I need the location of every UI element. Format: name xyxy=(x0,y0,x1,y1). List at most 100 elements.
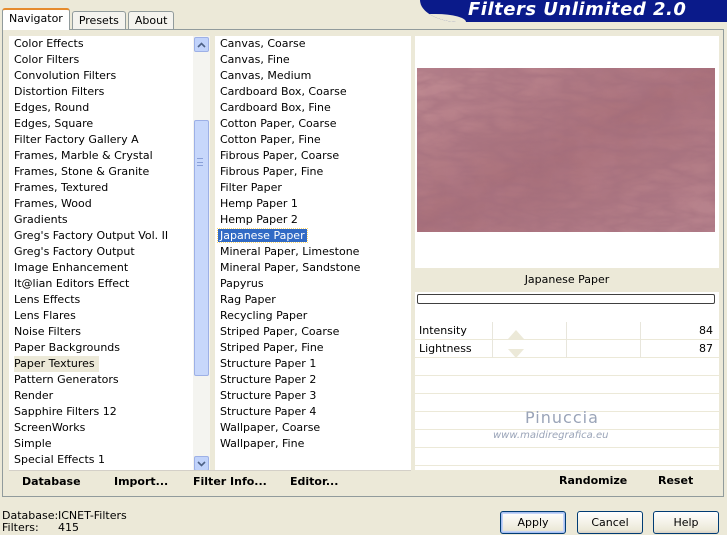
filter-info-button[interactable]: Filter Info... xyxy=(193,475,267,488)
slider-thumb[interactable] xyxy=(508,349,524,358)
filter-item[interactable]: Striped Paper, Coarse xyxy=(215,324,411,340)
param-value: 84 xyxy=(699,324,713,337)
category-item[interactable]: Sapphire Filters 12 xyxy=(9,404,204,420)
status-info: Database: ICNET-Filters Filters: 415 xyxy=(2,510,127,534)
filters-count: 415 xyxy=(58,521,79,534)
category-item[interactable]: Filter Factory Gallery A xyxy=(9,132,204,148)
preview-panel: Japanese Paper Intensity 84 Lightness 87… xyxy=(415,36,719,494)
category-item[interactable]: Greg's Factory Output Vol. II xyxy=(9,228,204,244)
category-item[interactable]: Frames, Wood xyxy=(9,196,204,212)
filter-item[interactable]: Canvas, Fine xyxy=(215,52,411,68)
filter-item[interactable]: Papyrus xyxy=(215,276,411,292)
category-item[interactable]: Image Enhancement xyxy=(9,260,204,276)
chevron-down-icon xyxy=(197,460,206,467)
filter-item[interactable]: Japanese Paper xyxy=(215,228,411,244)
preview-image xyxy=(417,68,715,232)
category-item[interactable]: Lens Effects xyxy=(9,292,204,308)
watermark-name: Pinuccia xyxy=(525,408,599,427)
category-item[interactable]: Special Effects 1 xyxy=(9,452,204,468)
param-label: Intensity xyxy=(419,324,467,337)
filter-item[interactable]: Structure Paper 3 xyxy=(215,388,411,404)
filter-item[interactable]: Recycling Paper xyxy=(215,308,411,324)
chevron-up-icon xyxy=(197,41,206,48)
param-row-empty xyxy=(415,376,719,394)
filter-item[interactable]: Filter Paper xyxy=(215,180,411,196)
filter-item[interactable]: Mineral Paper, Limestone xyxy=(215,244,411,260)
filter-item[interactable]: Cardboard Box, Coarse xyxy=(215,84,411,100)
category-item[interactable]: Edges, Square xyxy=(9,116,204,132)
help-button[interactable]: Help xyxy=(653,511,719,534)
tab-presets[interactable]: Presets xyxy=(71,11,126,30)
selected-filter-name: Japanese Paper xyxy=(415,268,719,292)
param-row-empty xyxy=(415,448,719,466)
editor-button[interactable]: Editor... xyxy=(290,475,338,488)
filter-list[interactable]: Canvas, Coarse Canvas, Fine Canvas, Medium… xyxy=(215,36,411,494)
category-item[interactable]: Frames, Marble & Crystal xyxy=(9,148,204,164)
tab-about[interactable]: About xyxy=(127,11,175,30)
scroll-up-button[interactable] xyxy=(194,37,209,52)
filter-item[interactable]: Wallpaper, Coarse xyxy=(215,420,411,436)
filter-item[interactable]: Hemp Paper 1 xyxy=(215,196,411,212)
category-item[interactable]: Gradients xyxy=(9,212,204,228)
slider-thumb[interactable] xyxy=(508,330,524,339)
filter-item[interactable]: Rag Paper xyxy=(215,292,411,308)
cancel-button[interactable]: Cancel xyxy=(577,511,643,534)
category-item[interactable]: It@lian Editors Effect xyxy=(9,276,204,292)
category-item[interactable]: ScreenWorks xyxy=(9,420,204,436)
filter-item[interactable]: Canvas, Medium xyxy=(215,68,411,84)
category-scrollbar[interactable] xyxy=(193,36,210,474)
paper-texture-preview xyxy=(417,68,715,232)
category-item[interactable]: Simple xyxy=(9,436,204,452)
category-item[interactable]: Render xyxy=(9,388,204,404)
watermark-site: www.maidiregrafica.eu xyxy=(493,430,609,441)
filter-item[interactable]: Hemp Paper 2 xyxy=(215,212,411,228)
param-row-empty xyxy=(415,358,719,376)
scroll-down-button[interactable] xyxy=(194,456,209,471)
filter-item[interactable]: Cotton Paper, Coarse xyxy=(215,116,411,132)
filter-item[interactable]: Fibrous Paper, Fine xyxy=(215,164,411,180)
category-item[interactable]: Pattern Generators xyxy=(9,372,204,388)
import-button[interactable]: Import... xyxy=(114,475,168,488)
filter-item[interactable]: Striped Paper, Fine xyxy=(215,340,411,356)
category-item[interactable]: Color Filters xyxy=(9,52,204,68)
param-label: Lightness xyxy=(419,342,472,355)
category-item[interactable]: Distortion Filters xyxy=(9,84,204,100)
reset-button[interactable]: Reset xyxy=(658,474,693,487)
param-row-intensity[interactable]: Intensity 84 xyxy=(415,322,719,340)
tab-navigator[interactable]: Navigator xyxy=(2,8,70,30)
filter-item[interactable]: Canvas, Coarse xyxy=(215,36,411,52)
tab-bar: Navigator Presets About xyxy=(2,8,176,30)
progress-bar xyxy=(417,294,715,304)
apply-button[interactable]: Apply xyxy=(500,511,566,534)
filter-item[interactable]: Fibrous Paper, Coarse xyxy=(215,148,411,164)
navigator-toolbar: Database Import... Filter Info... Editor… xyxy=(9,470,411,494)
category-list[interactable]: Color Effects Color Filters Convolution Fi… xyxy=(9,36,210,494)
filter-item[interactable]: Structure Paper 4 xyxy=(215,404,411,420)
app-title: Filters Unlimited 2.0 xyxy=(468,0,687,20)
param-row-lightness[interactable]: Lightness 87 xyxy=(415,340,719,358)
category-item[interactable]: Paper Backgrounds xyxy=(9,340,204,356)
filter-item[interactable]: Wallpaper, Fine xyxy=(215,436,411,452)
navigator-panel: Color Effects Color Filters Convolution Fi… xyxy=(2,29,724,497)
category-item[interactable]: Noise Filters xyxy=(9,324,204,340)
category-item[interactable]: Greg's Factory Output xyxy=(9,244,204,260)
filter-item[interactable]: Mineral Paper, Sandstone xyxy=(215,260,411,276)
title-banner: Filters Unlimited 2.0 xyxy=(420,0,727,22)
filter-item[interactable]: Structure Paper 1 xyxy=(215,356,411,372)
database-button[interactable]: Database xyxy=(22,475,81,488)
grip-icon xyxy=(197,158,203,166)
filters-label: Filters: xyxy=(2,521,39,534)
category-item[interactable]: Frames, Textured xyxy=(9,180,204,196)
param-value: 87 xyxy=(699,342,713,355)
filter-item[interactable]: Structure Paper 2 xyxy=(215,372,411,388)
preview-toolbar: Randomize Reset xyxy=(415,470,719,494)
filter-item[interactable]: Cardboard Box, Fine xyxy=(215,100,411,116)
category-item[interactable]: Color Effects xyxy=(9,36,204,52)
category-item[interactable]: Paper Textures xyxy=(9,356,204,372)
category-item[interactable]: Lens Flares xyxy=(9,308,204,324)
randomize-button[interactable]: Randomize xyxy=(559,474,627,487)
category-item[interactable]: Convolution Filters xyxy=(9,68,204,84)
filter-item[interactable]: Cotton Paper, Fine xyxy=(215,132,411,148)
category-item[interactable]: Edges, Round xyxy=(9,100,204,116)
category-item[interactable]: Frames, Stone & Granite xyxy=(9,164,204,180)
